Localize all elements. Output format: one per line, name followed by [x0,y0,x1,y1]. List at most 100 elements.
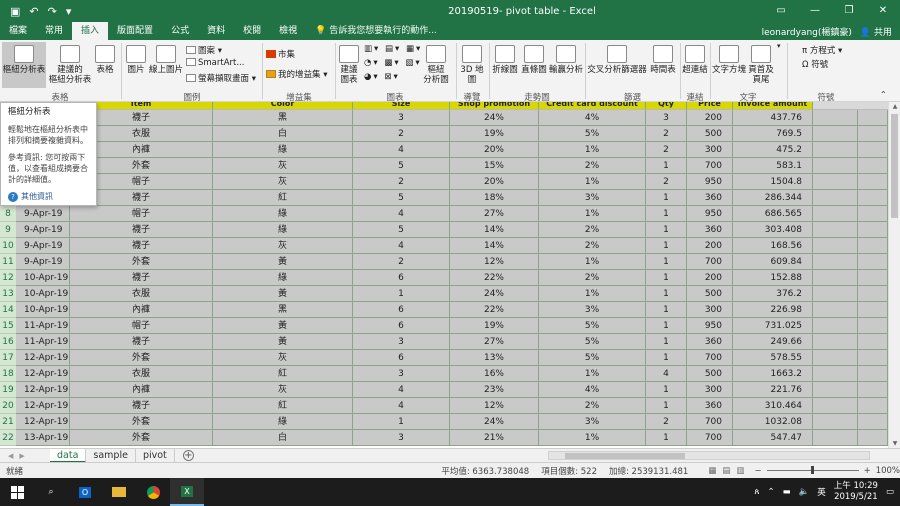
column-header-qty[interactable]: Qty [646,102,687,110]
cell-qty[interactable]: 1 [646,302,687,318]
cell-color[interactable]: 黃 [213,334,353,350]
volume-icon[interactable]: 🔈 [799,487,810,497]
cell-amount[interactable]: 769.5 [733,126,813,142]
chart-type-buttons-3[interactable]: ◕▾ ⊠▾ [364,72,400,82]
cell-amount[interactable]: 731.025 [733,318,813,334]
cell-empty[interactable] [813,174,858,190]
cell-size[interactable]: 2 [353,126,450,142]
cell-shop[interactable]: 22% [450,302,539,318]
cell-empty[interactable] [858,206,888,222]
column-sparkline-button[interactable]: 直條圖 [520,42,548,88]
cell-item[interactable]: 外套 [70,254,213,270]
cell-amount[interactable]: 686.565 [733,206,813,222]
cell-amount[interactable]: 376.2 [733,286,813,302]
hyperlink-button[interactable]: 超連結 [682,42,708,88]
tooltip-more-info[interactable]: ? 其他資訊 [8,191,89,202]
cell-price[interactable]: 700 [687,158,733,174]
cell-color[interactable]: 黃 [213,254,353,270]
cell-empty[interactable] [813,222,858,238]
cell-amount[interactable]: 249.66 [733,334,813,350]
pivot-table-button[interactable]: 樞紐分析表 [2,42,46,88]
cell-credit[interactable]: 2% [539,158,646,174]
cell-empty[interactable] [858,222,888,238]
cell-price[interactable]: 700 [687,350,733,366]
cell-credit[interactable]: 5% [539,318,646,334]
worksheet-grid[interactable]: Item Color Size Shop promotion Credit card d… [0,102,888,448]
cell-amount[interactable]: 286.344 [733,190,813,206]
cell-shop[interactable]: 20% [450,142,539,158]
row-header[interactable]: 12 [0,270,16,286]
cell-price[interactable]: 700 [687,430,733,446]
row-header[interactable]: 13 [0,286,16,302]
cell-price[interactable]: 950 [687,174,733,190]
symbol-button[interactable]: Ω 符號 [802,58,828,70]
normal-view-icon[interactable]: ▦ [708,466,716,476]
cell-item[interactable]: 內褲 [70,382,213,398]
my-addins-button[interactable]: 我的增益集 ▾ [266,68,327,80]
cell-amount[interactable]: 310.464 [733,398,813,414]
save-icon[interactable]: ▣ [10,5,20,18]
cell-size[interactable]: 3 [353,366,450,382]
cell-qty[interactable]: 1 [646,158,687,174]
cell-empty[interactable] [858,302,888,318]
cell-qty[interactable]: 1 [646,206,687,222]
cell-amount[interactable]: 1032.08 [733,414,813,430]
cell-color[interactable]: 灰 [213,382,353,398]
cell-item[interactable]: 帽子 [70,318,213,334]
row-header[interactable]: 15 [0,318,16,334]
cell-shop[interactable]: 24% [450,286,539,302]
zoom-in-icon[interactable]: + [864,466,871,476]
cell-size[interactable]: 6 [353,318,450,334]
cell-credit[interactable]: 4% [539,382,646,398]
pictures-button[interactable]: 圖片 [124,42,148,88]
column-header-price[interactable]: Price [687,102,733,110]
cell-date[interactable]: 9-Apr-19 [16,254,70,270]
chart-type-buttons-2[interactable]: ◔▾ ▩▾ ▧▾ [364,58,422,68]
cell-color[interactable]: 灰 [213,174,353,190]
cell-date[interactable]: 12-Apr-19 [16,382,70,398]
cell-credit[interactable]: 1% [539,174,646,190]
cell-shop[interactable]: 15% [450,158,539,174]
cell-amount[interactable]: 303.408 [733,222,813,238]
cell-price[interactable]: 360 [687,222,733,238]
cell-size[interactable]: 4 [353,142,450,158]
cell-shop[interactable]: 12% [450,254,539,270]
cell-qty[interactable]: 1 [646,286,687,302]
cell-size[interactable]: 1 [353,414,450,430]
sheet-tab-pivot[interactable]: pivot [136,448,175,463]
table-button[interactable]: 表格 [93,42,117,88]
chrome-icon[interactable] [136,478,170,506]
cell-size[interactable]: 3 [353,110,450,126]
next-sheet-icon[interactable]: ▶ [19,452,24,460]
cell-size[interactable]: 6 [353,270,450,286]
cell-empty[interactable] [858,270,888,286]
cell-color[interactable]: 綠 [213,414,353,430]
tray-chevron-icon[interactable]: ⌃ [768,487,775,497]
cell-size[interactable]: 3 [353,334,450,350]
ribbon-display-icon[interactable]: ▭ [764,0,798,22]
vertical-scrollbar[interactable]: ▲ ▼ [888,102,900,448]
ime-icon[interactable]: 英 [817,486,826,498]
line-sparkline-button[interactable]: 折線圖 [491,42,519,88]
cell-qty[interactable]: 2 [646,126,687,142]
cell-empty[interactable] [813,430,858,446]
chart-type-buttons[interactable]: ▥▾ ▤▾ ▦▾ [364,44,422,54]
ribbon-tab-0[interactable]: 檔案 [0,22,36,40]
zoom-slider[interactable] [766,466,859,474]
cell-color[interactable]: 綠 [213,142,353,158]
cell-credit[interactable]: 1% [539,142,646,158]
cell-empty[interactable] [858,238,888,254]
customize-qat-icon[interactable]: ▾ [66,5,72,18]
text-more-button[interactable]: ▾ [777,42,781,50]
cell-empty[interactable] [813,110,858,126]
cell-empty[interactable] [813,286,858,302]
textbox-button[interactable]: 文字方塊 [712,42,746,88]
cell-size[interactable]: 6 [353,302,450,318]
ribbon-tab-1[interactable]: 常用 [36,22,72,40]
row-header[interactable]: 18 [0,366,16,382]
cell-empty[interactable] [813,398,858,414]
ribbon-tab-3[interactable]: 版面配置 [108,22,162,40]
cell-qty[interactable]: 1 [646,334,687,350]
cell-shop[interactable]: 24% [450,414,539,430]
cell-size[interactable]: 6 [353,350,450,366]
